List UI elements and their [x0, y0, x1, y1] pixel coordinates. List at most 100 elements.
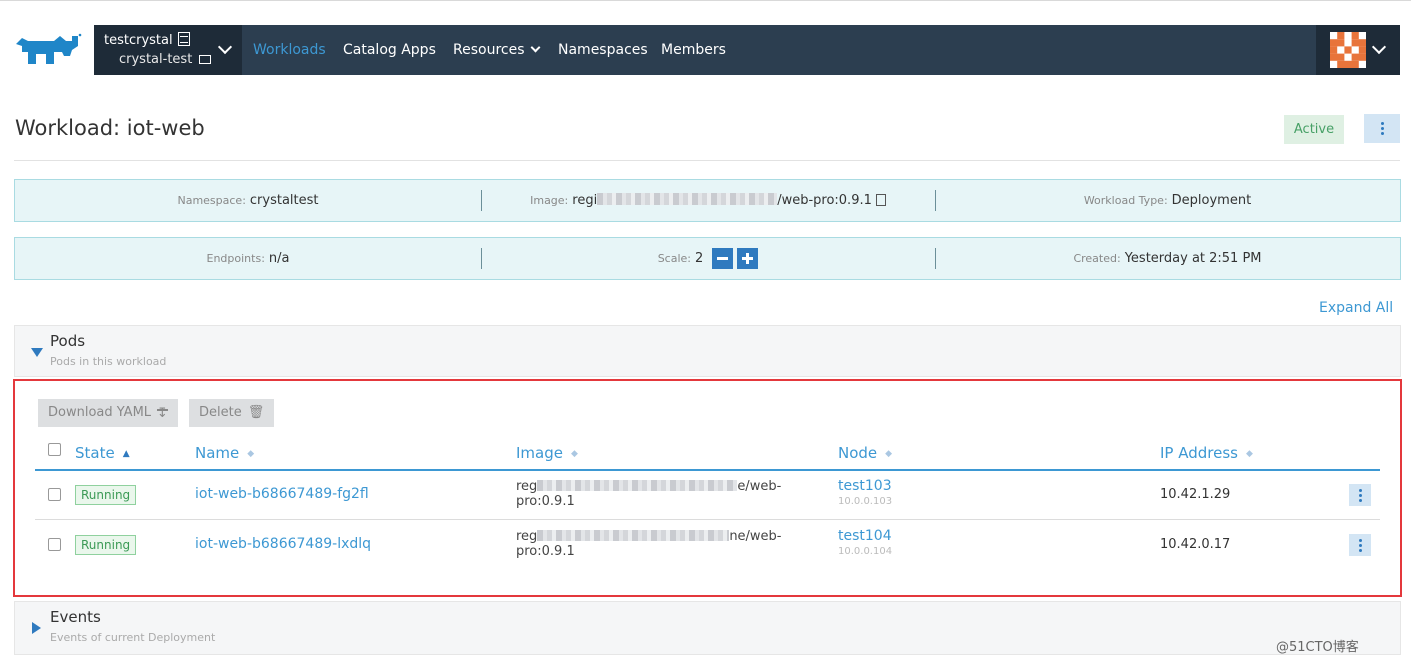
- workload-type-label: Workload Type:: [1083, 194, 1168, 207]
- delete-button[interactable]: Delete 🗑: [189, 399, 275, 427]
- pods-section-header[interactable]: Pods Pods in this workload: [14, 325, 1401, 377]
- scale-up-button[interactable]: [737, 248, 759, 269]
- divider: [14, 160, 1400, 161]
- avatar: [1330, 32, 1366, 68]
- events-title: Events: [50, 608, 101, 626]
- folder-icon: [199, 55, 212, 64]
- pod-image: reg ne/web- pro:0.9.1: [516, 529, 796, 559]
- nav-namespaces[interactable]: Namespaces: [558, 42, 648, 58]
- cluster-name: testcrystal: [104, 33, 173, 48]
- column-name-label: Name: [195, 444, 240, 462]
- table-header-line: [35, 469, 1380, 471]
- row-divider: [35, 519, 1380, 520]
- workload-info-row-2: Endpoints: n/a Scale: 2 Created: Yesterday …: [14, 237, 1401, 280]
- workload-info-row-1: Namespace: crystaltest Image: regi/web-pro…: [14, 179, 1401, 222]
- column-node-label: Node: [838, 444, 878, 462]
- pod-image-line2: pro:0.9.1: [516, 494, 575, 509]
- status-badge: Active: [1284, 115, 1344, 144]
- node-link[interactable]: test103: [838, 478, 892, 494]
- row-checkbox[interactable]: [48, 538, 61, 551]
- blurred-image-path: [597, 193, 778, 205]
- endpoints-value: n/a: [268, 251, 290, 266]
- created-info: Created: Yesterday at 2:51 PM: [935, 238, 1400, 279]
- nav-members[interactable]: Members: [661, 42, 726, 58]
- workload-type-info: Workload Type: Deployment: [935, 180, 1400, 221]
- workload-type-value: Deployment: [1171, 193, 1252, 208]
- sort-icon: ◆: [885, 449, 893, 459]
- delete-label: Delete: [199, 405, 242, 420]
- top-border: [0, 0, 1411, 1]
- row-checkbox[interactable]: [48, 488, 61, 501]
- nav-resources-label: Resources: [453, 42, 525, 58]
- sort-icon: ◆: [1245, 449, 1253, 459]
- cluster-icon: [177, 32, 190, 46]
- node-ip: 10.0.0.104: [838, 546, 893, 557]
- chevron-down-icon: [530, 42, 540, 53]
- chevron-down-icon: [1371, 39, 1387, 55]
- watermark: @51CTO博客: [1276, 640, 1359, 655]
- blurred-image-path: [537, 530, 730, 541]
- page-title: Workload: iot-web: [15, 116, 205, 140]
- pod-image-line2: pro:0.9.1: [516, 544, 575, 559]
- events-section-header[interactable]: Events Events of current Deployment: [14, 601, 1401, 655]
- row-actions-button[interactable]: [1349, 534, 1371, 556]
- namespace-value: crystaltest: [249, 193, 319, 208]
- expand-all-link[interactable]: Expand All: [1319, 300, 1393, 316]
- column-ip-label: IP Address: [1160, 444, 1238, 462]
- column-ip-address[interactable]: IP Address ◆: [1160, 444, 1253, 462]
- node-ip: 10.0.0.103: [838, 496, 893, 507]
- pod-name-link[interactable]: iot-web-b68667489-lxdlq: [195, 536, 371, 552]
- column-state[interactable]: State ▲: [75, 444, 130, 462]
- pod-image-start: reg: [516, 529, 538, 544]
- pod-state-badge: Running: [75, 535, 137, 555]
- column-name[interactable]: Name ◆: [195, 444, 254, 462]
- sort-icon: ◆: [570, 449, 578, 459]
- column-state-label: State: [75, 444, 115, 462]
- column-image-label: Image: [516, 444, 563, 462]
- nav-catalog-apps[interactable]: Catalog Apps: [343, 42, 436, 58]
- copy-icon[interactable]: [875, 194, 886, 206]
- pods-subtitle: Pods in this workload: [50, 355, 167, 368]
- pod-name-link[interactable]: iot-web-b68667489-fg2fl: [195, 486, 369, 502]
- endpoints-label: Endpoints:: [206, 252, 265, 265]
- download-yaml-label: Download YAML: [48, 405, 152, 420]
- pod-ip: 10.42.1.29: [1160, 487, 1231, 502]
- scale-info: Scale: 2: [481, 238, 935, 279]
- pods-title: Pods: [50, 332, 86, 350]
- scale-down-button[interactable]: [712, 248, 734, 269]
- image-value-start: regi: [572, 193, 598, 208]
- chevron-down-icon: [217, 39, 233, 55]
- scale-label: Scale:: [657, 252, 692, 265]
- created-label: Created:: [1073, 252, 1121, 265]
- created-value: Yesterday at 2:51 PM: [1124, 251, 1262, 266]
- top-navbar: testcrystal crystal-test Workloads Catal…: [94, 25, 1400, 75]
- namespace-info: Namespace: crystaltest: [15, 180, 481, 221]
- pod-image-end: e/web-: [737, 479, 782, 494]
- endpoints-info: Endpoints: n/a: [15, 238, 481, 279]
- sort-icon: ◆: [247, 449, 255, 459]
- node-link[interactable]: test104: [838, 528, 892, 544]
- nav-resources[interactable]: Resources: [453, 42, 540, 58]
- sort-asc-icon: ▲: [122, 449, 130, 459]
- workload-actions-button[interactable]: [1364, 114, 1400, 143]
- image-info: Image: regi/web-pro:0.9.1: [481, 180, 935, 221]
- pod-image-start: reg: [516, 479, 538, 494]
- select-all-checkbox[interactable]: [48, 443, 61, 456]
- project-switcher[interactable]: testcrystal crystal-test: [94, 25, 242, 75]
- nav-workloads[interactable]: Workloads: [253, 42, 326, 58]
- download-yaml-button[interactable]: Download YAML ↧: [38, 399, 179, 427]
- scale-value: 2: [695, 251, 704, 266]
- image-label: Image:: [530, 194, 569, 207]
- events-subtitle: Events of current Deployment: [50, 631, 216, 644]
- user-menu[interactable]: [1316, 25, 1400, 75]
- download-icon: ↧: [157, 400, 169, 421]
- column-node[interactable]: Node ◆: [838, 444, 892, 462]
- column-image[interactable]: Image ◆: [516, 444, 578, 462]
- pod-ip: 10.42.0.17: [1160, 537, 1231, 552]
- expand-triangle-icon: [32, 622, 41, 634]
- trash-icon: 🗑: [247, 405, 265, 420]
- rancher-logo[interactable]: [14, 32, 82, 68]
- collapse-triangle-icon: [31, 348, 43, 357]
- row-actions-button[interactable]: [1349, 484, 1371, 506]
- project-name: crystal-test: [119, 52, 193, 67]
